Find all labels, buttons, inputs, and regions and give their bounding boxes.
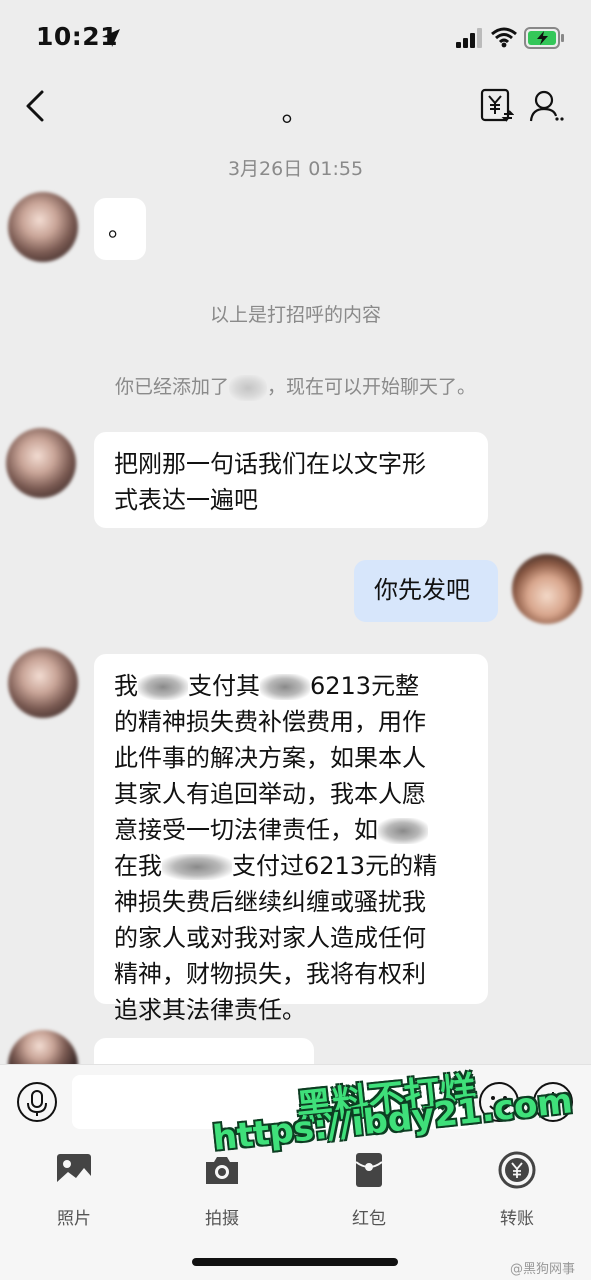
camera-label: 拍摄 — [205, 1209, 239, 1229]
wifi-icon — [491, 27, 517, 48]
transfer-button[interactable]: 转账 — [472, 1150, 562, 1229]
status-bar: 10:21 — [0, 0, 591, 76]
system-added-notice: 你已经添加了 ，现在可以开始聊天了。 — [0, 372, 591, 401]
redacted-name — [138, 674, 188, 700]
home-indicator[interactable] — [192, 1258, 398, 1266]
redacted-name — [378, 818, 428, 844]
message-line: 意接受一切法律责任，如 — [114, 812, 468, 848]
battery-charging-icon — [524, 27, 564, 49]
redacted-name — [260, 674, 310, 700]
message-line: 的家人或对我对家人造成任何 — [114, 924, 426, 952]
location-arrow-icon — [102, 29, 120, 47]
red-packet-button[interactable]: 红包 — [324, 1150, 414, 1229]
profile-icon[interactable] — [528, 88, 564, 124]
statement-message-bubble[interactable]: 我支付其 6213元整 的精神损失费补偿费用，用作 此件事的解决方案，如果本人 其… — [94, 654, 488, 1024]
transfer-yuan-icon — [498, 1151, 536, 1189]
message-timestamp: 3月26日 01:55 — [227, 158, 364, 180]
camera-button[interactable]: 拍摄 — [177, 1150, 267, 1229]
photo-icon — [57, 1154, 91, 1186]
my-avatar[interactable] — [512, 554, 582, 624]
contact-avatar[interactable] — [8, 192, 78, 262]
cellular-signal-icon — [456, 28, 482, 48]
redacted-name — [229, 374, 267, 401]
message-line: 神损失费后继续纠缠或骚扰我 — [114, 888, 426, 916]
my-message-bubble[interactable]: 你先发吧 — [354, 560, 498, 622]
red-packet-icon — [355, 1153, 383, 1187]
message-bubble[interactable]: 。 — [94, 198, 146, 260]
message-line: 式表达一遍吧 — [114, 486, 258, 514]
red-packet-label: 红包 — [352, 1209, 386, 1229]
contact-avatar[interactable] — [8, 648, 78, 718]
nav-bar: 。 — [0, 76, 591, 142]
message-line: 把刚那一句话我们在以文字形 — [114, 450, 426, 478]
system-greeting-notice: 以上是打招呼的内容 — [209, 304, 381, 326]
message-line: 此件事的解决方案，如果本人 — [114, 744, 426, 772]
message-line: 的精神损失费补偿费用，用作 — [114, 708, 426, 736]
message-line: 我支付其 6213元整 — [114, 672, 420, 700]
contact-avatar[interactable] — [6, 428, 76, 498]
message-text: 。 — [108, 214, 132, 242]
message-line: 其家人有追回举动，我本人愿 — [114, 780, 426, 808]
message-bubble[interactable]: 把刚那一句话我们在以文字形 式表达一遍吧 — [94, 432, 488, 528]
yuan-transfer-icon[interactable] — [480, 88, 514, 124]
message-line: 精神，财物损失，我将有权利 — [114, 960, 426, 988]
transfer-label: 转账 — [500, 1209, 534, 1229]
message-line: 追求其法律责任。 — [114, 996, 306, 1024]
photo-button[interactable]: 照片 — [29, 1150, 119, 1229]
system-added-prefix: 你已经添加了 — [114, 376, 229, 398]
redacted-name — [162, 854, 232, 880]
photo-label: 照片 — [57, 1209, 91, 1229]
message-text: 你先发吧 — [374, 576, 470, 604]
watermark-credit: @黑狗网事 — [510, 1262, 576, 1277]
message-line: 在我 支付过6213元的精 — [114, 852, 438, 880]
system-added-suffix: ，现在可以开始聊天了。 — [267, 376, 477, 398]
voice-input-icon[interactable] — [16, 1081, 58, 1123]
